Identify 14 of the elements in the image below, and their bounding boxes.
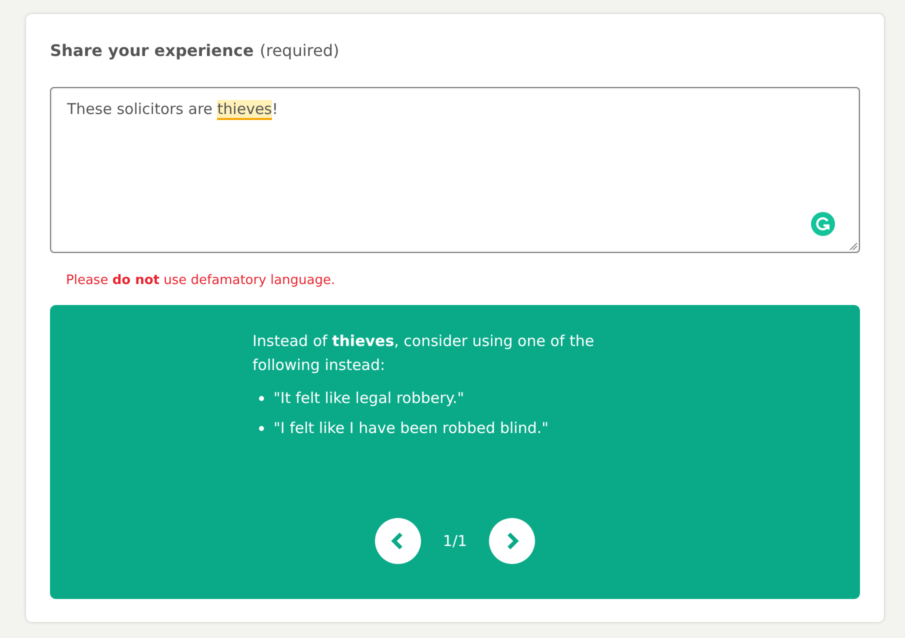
- next-button[interactable]: [489, 518, 536, 564]
- suggestion-option: "I felt like I have been robbed blind.": [274, 419, 549, 437]
- review-text-area[interactable]: These solicitors are thieves!: [50, 87, 860, 253]
- field-label: Share your experience: [50, 41, 254, 60]
- bullet-icon: [258, 396, 264, 400]
- resize-handle-icon[interactable]: [849, 242, 857, 250]
- page-counter: 1/1: [442, 532, 468, 550]
- required-note: (required): [260, 41, 340, 60]
- error-message: Please do not use defamatory language.: [66, 273, 336, 288]
- previous-button[interactable]: [374, 518, 421, 564]
- suggestion-option: "It felt like legal robbery.": [274, 389, 464, 407]
- grammar-check-icon[interactable]: [811, 212, 835, 236]
- bullet-icon: [258, 426, 264, 430]
- suggestion-text: Instead of thieves, consider using one of the following instead:: [252, 331, 596, 376]
